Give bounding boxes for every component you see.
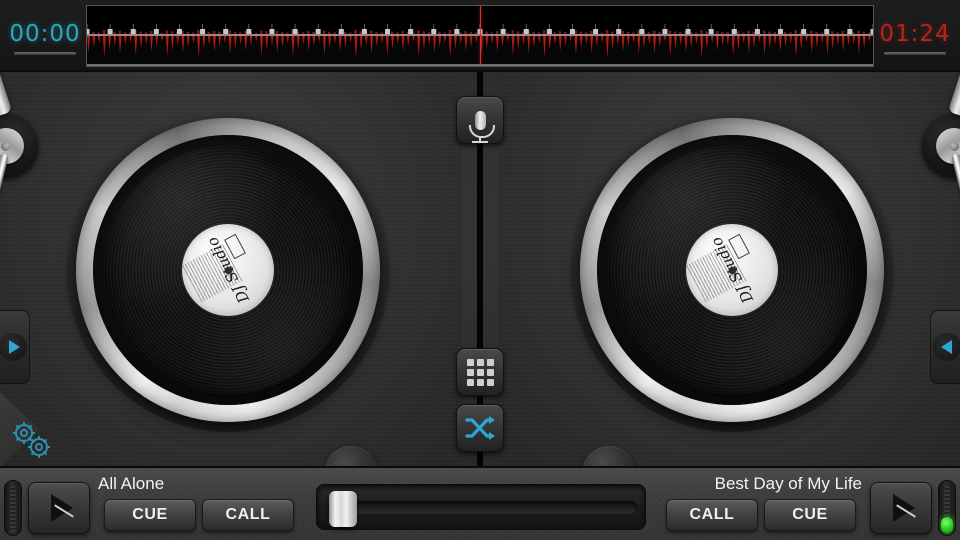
left-call-button[interactable]: CALL	[202, 499, 294, 531]
bottom-control-bar: All Alone CUE CALL Best Day of My Life C…	[0, 466, 960, 540]
left-play-button[interactable]	[28, 482, 90, 534]
shuffle-icon	[465, 416, 495, 440]
left-track-title: All Alone	[98, 474, 165, 493]
play-icon	[50, 494, 73, 522]
remaining-underline	[884, 52, 946, 55]
right-track-title: Best Day of My Life	[714, 474, 862, 493]
crossfader[interactable]	[316, 484, 646, 530]
right-pitch-led	[941, 517, 953, 533]
spindle	[224, 266, 232, 274]
shuffle-button[interactable]	[456, 404, 504, 452]
dj-studio-app: 00:00 01:24 DJ Studio DJ Studio All Alon…	[0, 0, 960, 540]
sample-pads-button[interactable]	[456, 348, 504, 396]
right-play-button[interactable]	[870, 482, 932, 534]
waveform-display[interactable]	[86, 5, 874, 67]
play-icon	[892, 494, 915, 522]
arrow-right-icon	[8, 340, 20, 354]
right-cue-button[interactable]: CUE	[764, 499, 856, 531]
crossfader-track	[327, 501, 637, 514]
mic-base	[472, 140, 488, 143]
spindle	[728, 266, 736, 274]
left-panel-expand-button[interactable]	[0, 310, 30, 384]
crossfader-knob[interactable]	[328, 491, 357, 527]
microphone-icon	[469, 110, 495, 143]
elapsed-time-display: 00:00	[9, 21, 81, 47]
remaining-time-display: 01:24	[879, 21, 951, 47]
right-panel-expand-circle	[933, 333, 960, 361]
right-call-button[interactable]: CALL	[666, 499, 758, 531]
playhead-marker[interactable]	[480, 6, 481, 66]
right-pitch-fader[interactable]	[938, 480, 956, 536]
arrow-left-icon	[940, 340, 952, 354]
left-pitch-grip	[10, 486, 16, 532]
deck-area: DJ Studio ♪♪ + DJ	[0, 69, 960, 500]
mic-arc	[469, 124, 495, 138]
waveform-toolbar: 00:00 01:24	[0, 0, 960, 72]
grid-pads-icon	[466, 358, 494, 386]
left-cue-button[interactable]: CUE	[104, 499, 196, 531]
elapsed-underline	[14, 52, 76, 55]
right-panel-expand-button[interactable]	[930, 310, 960, 384]
left-panel-expand-circle	[0, 333, 27, 361]
waveform-baseline	[87, 64, 873, 66]
left-pitch-fader[interactable]	[4, 480, 22, 536]
right-turntable[interactable]: DJ Studio	[570, 108, 894, 432]
left-turntable[interactable]: DJ Studio	[66, 108, 390, 432]
microphone-button[interactable]	[456, 96, 504, 144]
